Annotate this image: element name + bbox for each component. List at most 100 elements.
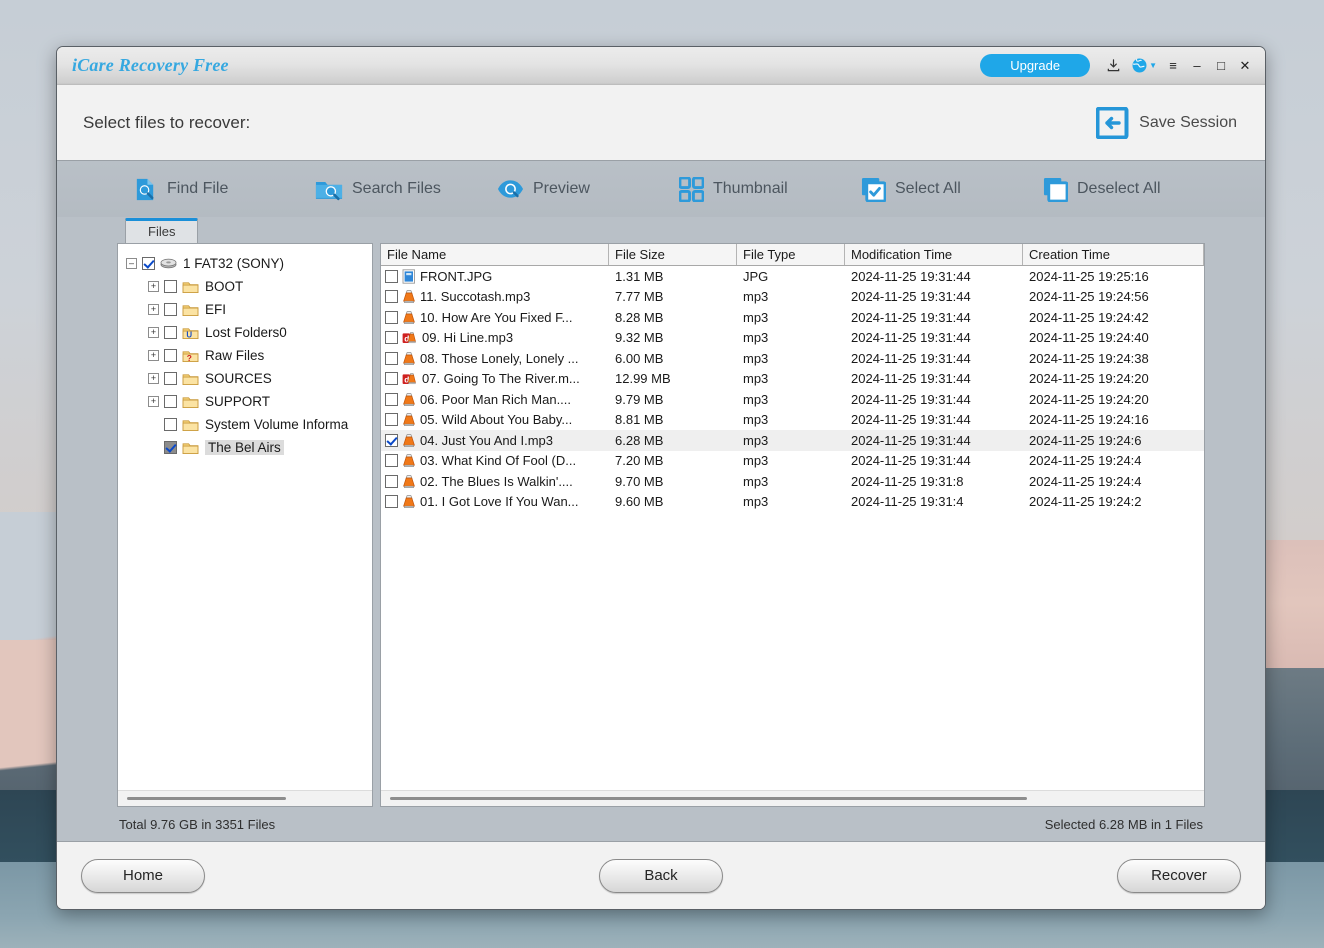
tree-checkbox-raw-files[interactable] (164, 349, 177, 362)
tree-node-support[interactable]: + SUPPORT (126, 390, 372, 413)
preview-button[interactable]: Preview (497, 177, 679, 201)
find-file-button[interactable]: Find File (133, 177, 315, 202)
select-all-button[interactable]: Select All (861, 177, 1043, 202)
file-checkbox[interactable] (385, 290, 398, 304)
tree-node-efi[interactable]: + EFI (126, 298, 372, 321)
file-name-cell: 08. Those Lonely, Lonely ... (381, 351, 609, 366)
search-files-button[interactable]: Search Files (315, 177, 497, 202)
file-size-cell: 9.79 MB (615, 391, 664, 407)
column-header-file-name[interactable]: File Name (381, 244, 609, 265)
file-list-horizontal-scrollbar[interactable] (381, 790, 1204, 806)
search-files-label: Search Files (352, 180, 441, 197)
tree-checkbox-lost-folders[interactable] (164, 326, 177, 339)
folder-icon (182, 441, 199, 455)
file-checkbox[interactable] (385, 392, 398, 406)
table-row[interactable]: FRONT.JPG 1.31 MB JPG 2024-11-25 19:31:44 20… (381, 266, 1204, 287)
save-session-button[interactable]: Save Session (1096, 106, 1237, 139)
file-name-label: 11. Succotash.mp3 (420, 289, 531, 305)
minimize-icon[interactable]: – (1185, 53, 1209, 79)
desktop-background: iCare Recovery Free Upgrade ▼ ≡ – □ ✕ Se… (0, 0, 1324, 948)
tree-checkbox-root[interactable] (142, 257, 155, 270)
header-strip: Select files to recover: Save Session (57, 85, 1265, 161)
creation-time-cell: 2024-11-25 19:24:42 (1029, 309, 1149, 325)
column-header-modification-time[interactable]: Modification Time (845, 244, 1023, 265)
table-row[interactable]: 02. The Blues Is Walkin'.... 9.70 MB mp3 20… (381, 471, 1204, 492)
table-row[interactable]: 05. Wild About You Baby... 8.81 MB mp3 2024… (381, 410, 1204, 431)
chevron-down-icon[interactable]: ▼ (1149, 61, 1157, 70)
tree-checkbox-the-bel-airs[interactable] (164, 441, 177, 454)
expand-toggle-efi[interactable]: + (148, 304, 159, 315)
tree-checkbox-sources[interactable] (164, 372, 177, 385)
table-row[interactable]: 04. Just You And I.mp3 6.28 MB mp3 2024-11-… (381, 430, 1204, 451)
hamburger-menu-icon[interactable]: ≡ (1161, 53, 1185, 79)
file-checkbox[interactable] (385, 454, 398, 468)
file-checkbox[interactable] (385, 331, 398, 345)
expand-toggle-lost-folders[interactable]: + (148, 327, 159, 338)
tab-files[interactable]: Files (125, 218, 199, 243)
deselect-all-icon (1043, 177, 1068, 202)
maximize-icon[interactable]: □ (1209, 53, 1233, 79)
thumbnail-button[interactable]: Thumbnail (679, 176, 861, 202)
file-checkbox[interactable] (385, 433, 398, 447)
tree-node-the-bel-airs[interactable]: The Bel Airs (126, 436, 372, 459)
file-name-label: 01. I Got Love If You Wan... (420, 494, 579, 510)
download-icon[interactable] (1100, 53, 1126, 79)
back-button[interactable]: Back (599, 858, 723, 893)
file-name-label: 07. Going To The River.m... (422, 371, 580, 387)
file-type-cell: mp3 (743, 412, 769, 428)
file-checkbox[interactable] (385, 310, 398, 324)
vlc-file-icon (402, 392, 416, 407)
table-row[interactable]: 10. How Are You Fixed F... 8.28 MB mp3 2024… (381, 307, 1204, 328)
modification-time-cell: 2024-11-25 19:31:4 (851, 494, 964, 510)
expand-toggle-raw-files[interactable]: + (148, 350, 159, 361)
creation-time-cell: 2024-11-25 19:24:56 (1029, 289, 1149, 305)
column-header-file-size[interactable]: File Size (609, 244, 737, 265)
file-checkbox[interactable] (385, 269, 398, 283)
folder-icon (182, 303, 199, 317)
table-row[interactable]: 01. I Got Love If You Wan... 9.60 MB mp3 20… (381, 492, 1204, 513)
tree-node-sources[interactable]: + SOURCES (126, 367, 372, 390)
deselect-all-button[interactable]: Deselect All (1043, 177, 1225, 202)
table-row[interactable]: d 09. Hi Line.mp3 9.32 MB mp3 2024-11-25 19:… (381, 328, 1204, 349)
table-row[interactable]: 03. What Kind Of Fool (D... 7.20 MB mp3 202… (381, 451, 1204, 472)
file-checkbox[interactable] (385, 495, 398, 509)
file-checkbox[interactable] (385, 413, 398, 427)
tree-scrollbar-thumb[interactable] (127, 797, 286, 800)
tree-horizontal-scrollbar[interactable] (118, 790, 372, 806)
collapse-toggle-root[interactable]: – (126, 258, 137, 269)
tree-node-lost-folders[interactable]: + U Lost Folders0 (126, 321, 372, 344)
file-name-cell: 05. Wild About You Baby... (381, 412, 609, 427)
tree-node-system-volume-information[interactable]: System Volume Informa (126, 413, 372, 436)
table-row[interactable]: d 07. Going To The River.m... 12.99 MB mp3 2… (381, 369, 1204, 390)
column-header-file-type[interactable]: File Type (737, 244, 845, 265)
creation-time-cell: 2024-11-25 19:24:38 (1029, 350, 1149, 366)
close-icon[interactable]: ✕ (1233, 53, 1257, 79)
file-checkbox[interactable] (385, 474, 398, 488)
tree-checkbox-system-volume-information[interactable] (164, 418, 177, 431)
file-list-body: FRONT.JPG 1.31 MB JPG 2024-11-25 19:31:44 20… (381, 266, 1204, 790)
expand-toggle-support[interactable]: + (148, 396, 159, 407)
table-row[interactable]: 06. Poor Man Rich Man.... 9.79 MB mp3 2024-… (381, 389, 1204, 410)
modification-time-cell: 2024-11-25 19:31:44 (851, 412, 971, 428)
file-type-cell: mp3 (743, 473, 769, 489)
upgrade-button[interactable]: Upgrade (980, 54, 1091, 77)
file-checkbox[interactable] (385, 372, 398, 386)
status-bar: Total 9.76 GB in 3351 Files Selected 6.2… (57, 807, 1265, 841)
tree-node-boot[interactable]: + BOOT (126, 275, 372, 298)
file-name-label: 06. Poor Man Rich Man.... (420, 391, 572, 407)
table-row[interactable]: 11. Succotash.mp3 7.77 MB mp3 2024-11-25 19… (381, 287, 1204, 308)
modification-time-cell: 2024-11-25 19:31:44 (851, 350, 971, 366)
column-header-creation-time[interactable]: Creation Time (1023, 244, 1204, 265)
tree-checkbox-boot[interactable] (164, 280, 177, 293)
tree-checkbox-efi[interactable] (164, 303, 177, 316)
tree-node-root[interactable]: – 1 FAT32 (SONY) (126, 252, 372, 275)
tree-checkbox-support[interactable] (164, 395, 177, 408)
file-list-scrollbar-thumb[interactable] (390, 797, 1028, 800)
tree-node-raw-files[interactable]: + ? Raw Files (126, 344, 372, 367)
expand-toggle-sources[interactable]: + (148, 373, 159, 384)
table-row[interactable]: 08. Those Lonely, Lonely ... 6.00 MB mp3 20… (381, 348, 1204, 369)
expand-toggle-boot[interactable]: + (148, 281, 159, 292)
home-button[interactable]: Home (81, 858, 205, 893)
file-checkbox[interactable] (385, 351, 398, 365)
recover-button[interactable]: Recover (1117, 858, 1241, 893)
